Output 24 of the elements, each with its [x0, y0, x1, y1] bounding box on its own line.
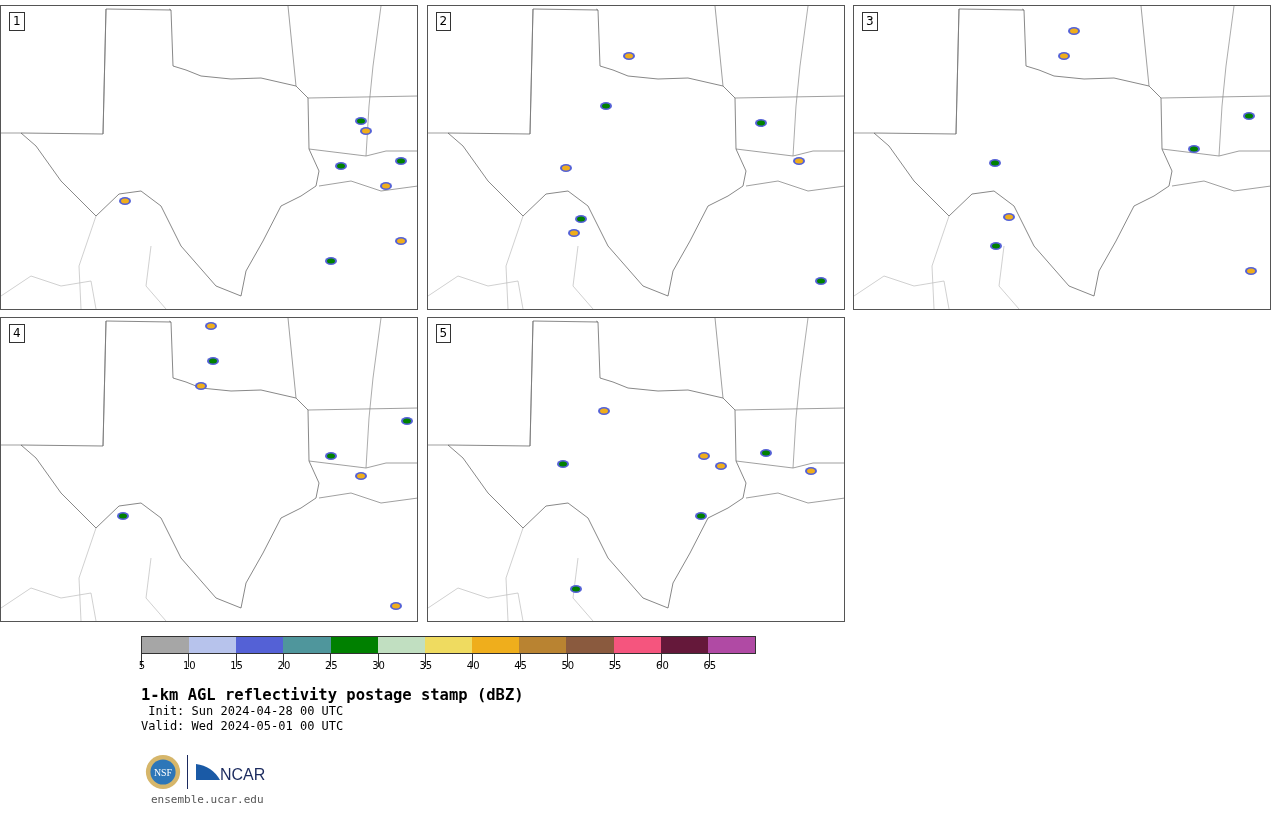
panel-number: 2 — [435, 12, 452, 31]
nsf-logo: NSF — [145, 754, 181, 790]
tick-label: 25 — [323, 660, 339, 672]
panel-number: 1 — [9, 12, 25, 31]
tick-label: 15 — [229, 660, 244, 672]
tick-label: 45 — [513, 660, 528, 672]
tick-label: 55 — [607, 660, 623, 672]
panel-number: 3 — [862, 12, 878, 31]
tick-label: 30 — [371, 660, 386, 672]
tick-label: 5 — [137, 660, 147, 672]
tick-label: 65 — [702, 660, 718, 672]
panel-number: 4 — [9, 324, 25, 343]
website-link[interactable]: ensemble.ucar.edu — [151, 793, 264, 806]
tick-label: 35 — [418, 660, 434, 672]
valid-time: Valid: Wed 2024-05-01 00 UTC — [141, 719, 345, 734]
tick-label: 20 — [276, 660, 292, 672]
tick-label: 10 — [181, 660, 197, 672]
tick-label: 50 — [560, 660, 576, 672]
tick-label: 60 — [655, 660, 670, 672]
ncar-logo: NCAR — [194, 760, 270, 784]
init-time: Init: Sun 2024-04-28 00 UTC — [147, 704, 345, 719]
tick-label: 40 — [465, 660, 481, 672]
chart-title: 1-km AGL reflectivity postage stamp (dBZ) — [141, 686, 525, 704]
panel-number: 5 — [435, 324, 452, 343]
